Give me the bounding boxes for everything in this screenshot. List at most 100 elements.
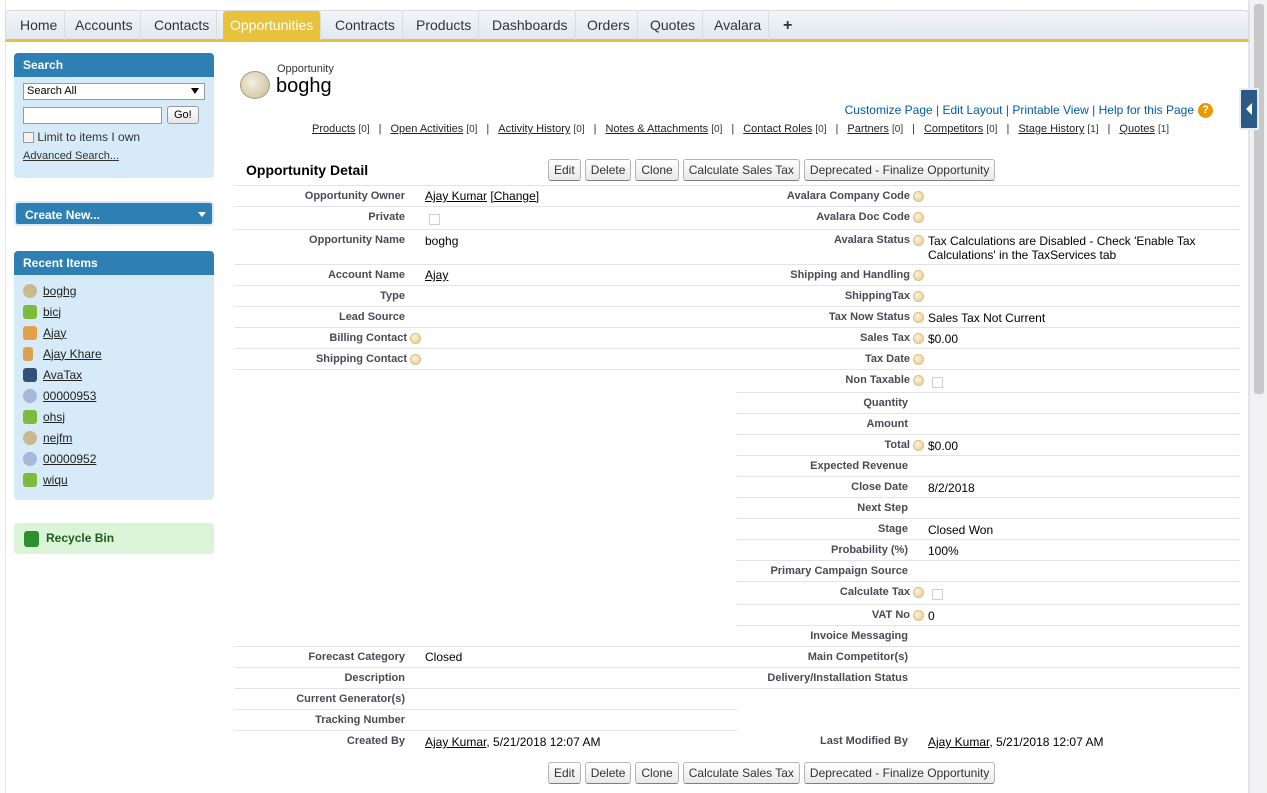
- edit-button[interactable]: Edit: [548, 159, 581, 181]
- related-link-partners[interactable]: Partners: [847, 123, 889, 135]
- tab-contracts[interactable]: Contracts: [328, 11, 403, 40]
- tab-dashboards[interactable]: Dashboards: [485, 11, 576, 40]
- help-tip-icon[interactable]: [913, 353, 924, 365]
- recycle-bin-link[interactable]: Recycle Bin: [14, 523, 214, 554]
- tab-avalara[interactable]: Avalara: [707, 11, 770, 40]
- divider: [234, 327, 1239, 328]
- divider: [737, 476, 1239, 477]
- help-tip-icon[interactable]: [913, 290, 924, 302]
- delete-button[interactable]: Delete: [584, 159, 632, 181]
- total-text: Total: [884, 439, 910, 451]
- advanced-search-link[interactable]: Advanced Search...: [23, 150, 205, 162]
- related-link-stage-history[interactable]: Stage History: [1018, 123, 1084, 135]
- divider: [234, 185, 1239, 186]
- related-link-open-activities[interactable]: Open Activities: [390, 123, 463, 135]
- printable-view-link[interactable]: Printable View: [1012, 103, 1089, 117]
- divider: [234, 306, 1239, 307]
- clone-button[interactable]: Clone: [635, 159, 679, 181]
- recent-item[interactable]: 00000952: [23, 448, 205, 469]
- help-tip-icon[interactable]: [913, 332, 924, 344]
- help-link[interactable]: Help for this Page: [1099, 103, 1194, 117]
- search-go-button[interactable]: Go!: [167, 106, 199, 124]
- tab-opportunities[interactable]: Opportunities: [223, 11, 322, 40]
- tax-now-status-label: Tax Now Status: [829, 311, 924, 323]
- related-count: [1]: [1157, 124, 1170, 135]
- help-icon[interactable]: ?: [1198, 103, 1213, 119]
- finalize-opportunity-button[interactable]: Deprecated - Finalize Opportunity: [803, 762, 996, 784]
- owner-value: Ajay Kumar [Change]: [425, 189, 539, 203]
- calculate-sales-tax-button[interactable]: Calculate Sales Tax: [682, 159, 800, 181]
- account-name-link[interactable]: Ajay: [425, 268, 448, 282]
- owner-link[interactable]: Ajay Kumar: [425, 189, 487, 203]
- related-link-products[interactable]: Products: [312, 123, 355, 135]
- help-tip-icon[interactable]: [410, 353, 421, 365]
- recent-item[interactable]: Ajay: [23, 322, 205, 343]
- finalize-opportunity-button[interactable]: Deprecated - Finalize Opportunity: [803, 159, 996, 181]
- edit-button[interactable]: Edit: [548, 762, 581, 784]
- quote-icon: [23, 388, 37, 403]
- divider: [737, 434, 1239, 435]
- expected-revenue-label: Expected Revenue: [810, 460, 908, 472]
- page-links: Customize Page | Edit Layout | Printable…: [845, 103, 1213, 119]
- primary-campaign-label: Primary Campaign Source: [770, 565, 908, 577]
- opportunity-icon: [23, 430, 37, 445]
- tab-quotes[interactable]: Quotes: [643, 11, 704, 40]
- separator: |: [731, 123, 735, 135]
- divider: [737, 455, 1239, 456]
- delete-button[interactable]: Delete: [584, 762, 632, 784]
- scrollbar-thumb[interactable]: [1254, 4, 1264, 394]
- tab-products[interactable]: Products: [409, 11, 480, 40]
- related-link-activity-history[interactable]: Activity History: [498, 123, 570, 135]
- non-taxable-checkbox: [932, 377, 943, 388]
- help-tip-icon[interactable]: [913, 311, 924, 323]
- recent-item[interactable]: Ajay Khare: [23, 343, 205, 364]
- avalara-doc-code-label: Avalara Doc Code: [816, 211, 924, 223]
- help-tip-icon[interactable]: [913, 234, 924, 246]
- shipping-tax-label: ShippingTax: [845, 290, 924, 302]
- related-link-competitors[interactable]: Competitors: [924, 123, 983, 135]
- help-tip-icon[interactable]: [913, 609, 924, 621]
- create-new-button[interactable]: Create New...: [14, 201, 214, 226]
- recent-item[interactable]: wiqu: [23, 469, 205, 490]
- shipping-handling-text: Shipping and Handling: [790, 269, 910, 281]
- related-link-contact-roles[interactable]: Contact Roles: [743, 123, 812, 135]
- modified-by-user-link[interactable]: Ajay Kumar: [928, 735, 989, 749]
- recent-item[interactable]: 00000953: [23, 385, 205, 406]
- forecast-category-value: Closed: [425, 650, 463, 664]
- help-tip-icon[interactable]: [913, 211, 924, 223]
- sidebar-collapse-toggle[interactable]: [1239, 88, 1259, 130]
- recent-item[interactable]: AvaTax: [23, 364, 205, 385]
- avalara-company-code-label: Avalara Company Code: [787, 190, 924, 202]
- related-link-notes[interactable]: Notes & Attachments: [605, 123, 708, 135]
- billing-contact-label: Billing Contact: [329, 332, 421, 344]
- change-owner-link[interactable]: [Change]: [490, 189, 539, 203]
- recent-item[interactable]: ohsj: [23, 406, 205, 427]
- edit-layout-link[interactable]: Edit Layout: [942, 103, 1002, 117]
- calculate-sales-tax-button[interactable]: Calculate Sales Tax: [682, 762, 800, 784]
- created-by-user-link[interactable]: Ajay Kumar: [425, 735, 486, 749]
- help-tip-icon[interactable]: [913, 269, 924, 281]
- search-input[interactable]: [23, 106, 162, 124]
- tab-home[interactable]: Home: [13, 11, 66, 40]
- limit-to-own-checkbox[interactable]: [23, 132, 34, 144]
- amount-label: Amount: [866, 418, 908, 430]
- search-scope-select[interactable]: Search All: [23, 83, 205, 100]
- help-tip-icon[interactable]: [913, 586, 924, 598]
- related-link-quotes[interactable]: Quotes: [1119, 123, 1154, 135]
- help-tip-icon[interactable]: [913, 190, 924, 202]
- recent-item[interactable]: nejfm: [23, 427, 205, 448]
- clone-button[interactable]: Clone: [635, 762, 679, 784]
- help-tip-icon[interactable]: [410, 332, 421, 344]
- contact-icon: [23, 346, 33, 361]
- tab-contacts[interactable]: Contacts: [147, 11, 218, 40]
- tab-accounts[interactable]: Accounts: [68, 11, 141, 40]
- customize-page-link[interactable]: Customize Page: [845, 103, 933, 117]
- add-tab-plus-icon[interactable]: +: [776, 11, 799, 40]
- recent-item[interactable]: boghg: [23, 280, 205, 301]
- last-modified-value: Ajay Kumar, 5/21/2018 12:07 AM: [928, 735, 1103, 749]
- help-tip-icon[interactable]: [913, 439, 924, 451]
- recent-item[interactable]: bicj: [23, 301, 205, 322]
- help-tip-icon[interactable]: [913, 374, 924, 386]
- divider: [737, 581, 1239, 582]
- tab-orders[interactable]: Orders: [580, 11, 638, 40]
